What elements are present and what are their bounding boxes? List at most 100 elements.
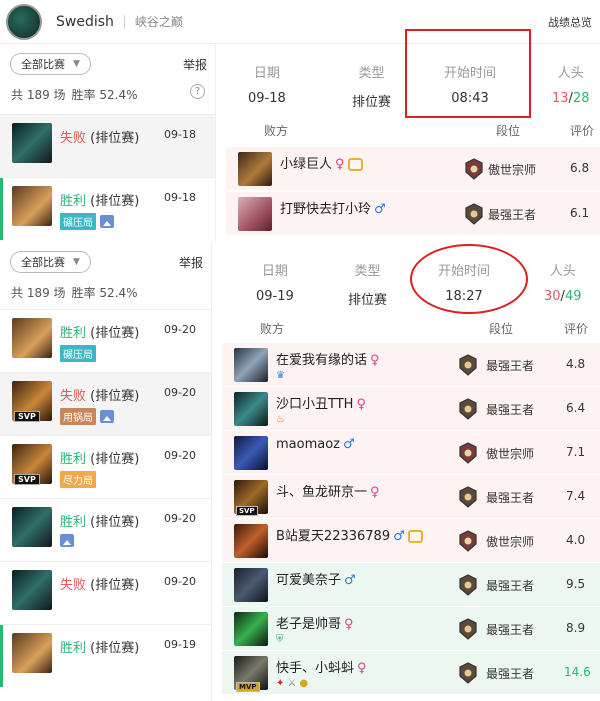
champion-icon: [12, 570, 52, 610]
match-date: 09-20: [164, 512, 196, 525]
match-item[interactable]: 失败 (排位赛) 09-20: [0, 561, 211, 624]
rank-icon: [458, 442, 478, 464]
team-label: 败方: [264, 123, 289, 138]
stats-summary: 共 189 场 胜率 52.4%: [11, 284, 137, 301]
info-value: 排位赛: [352, 95, 392, 110]
match-item[interactable]: SVP 失败 (排位赛) 09-20 用锅局: [0, 372, 211, 435]
mode-text: (排位赛): [90, 515, 140, 530]
match-tag: 碾压局: [60, 345, 96, 362]
match-item[interactable]: 胜利 (排位赛) 09-19: [0, 624, 211, 687]
svp-badge: SVP: [14, 411, 40, 422]
result-text: 失败: [60, 131, 87, 146]
match-tags: 尽力局: [60, 471, 96, 488]
result-text: 胜利: [60, 641, 87, 656]
kills-green: 28: [572, 91, 590, 106]
player-name-text: B站夏天22336789: [276, 529, 391, 544]
match-tag: 用锅局: [60, 408, 96, 425]
female-icon: ♀: [370, 485, 380, 500]
kills-green: 49: [564, 289, 582, 304]
info-label: 日期: [261, 264, 288, 279]
result-text: 胜利: [60, 326, 87, 341]
coin-icon: ●: [299, 678, 309, 689]
image-icon[interactable]: [100, 215, 114, 228]
player-score: 6.4: [566, 401, 586, 415]
avatar[interactable]: [6, 3, 42, 40]
result-text: 胜利: [60, 515, 87, 530]
match-date: 09-20: [164, 323, 196, 336]
info-value: 09-19: [256, 289, 294, 304]
player-row[interactable]: 沙口小丑TTH ♀ ♨ 最强王者 6.4: [222, 387, 600, 431]
rank-icon: [458, 530, 478, 552]
player-row[interactable]: 打野快去打小玲 ♂ 最强王者 6.1: [226, 192, 600, 236]
player-name-text: 快手、小蚪蚪: [276, 661, 355, 676]
player-row[interactable]: 老子是帅哥 ♀ ⛨ 最强王者 8.9: [222, 607, 600, 651]
report-button[interactable]: 举报: [179, 254, 203, 271]
info-value: 30/49: [544, 289, 581, 304]
player-row[interactable]: maomaoz ♂ 傲世宗师 7.1: [222, 431, 600, 475]
mode-text: (排位赛): [90, 578, 140, 593]
match-tags: [60, 534, 74, 547]
player-avatar: [234, 392, 268, 426]
female-icon: ♀: [344, 617, 354, 632]
player-score: 9.5: [566, 577, 586, 591]
match-detail: 日期 09-19 类型 排位赛 开始时间 18:27 人头 30/49 败方 段…: [212, 242, 600, 701]
info-label: 人头: [557, 66, 584, 81]
info-value: 09-18: [248, 91, 286, 106]
player-row[interactable]: 可爱美奈子 ♂ 最强王者 9.5: [222, 563, 600, 607]
match-item[interactable]: 失败 (排位赛) 09-18: [0, 114, 215, 177]
player-avatar: [238, 152, 272, 186]
shield-icon: ⛨: [276, 634, 284, 645]
rank-icon: [458, 486, 478, 508]
match-item[interactable]: 胜利 (排位赛) 09-20: [0, 498, 211, 561]
info-label: 人头: [549, 264, 576, 279]
help-icon[interactable]: ?: [190, 84, 205, 99]
player-name-text: 小绿巨人: [280, 157, 333, 172]
player-rank: 最强王者: [486, 403, 535, 417]
info-kills: 人头 30/49: [544, 260, 581, 304]
match-item[interactable]: SVP 胜利 (排位赛) 09-20 尽力局: [0, 435, 211, 498]
match-sidebar: 全部比赛 ▼ 举报 共 189 场 胜率 52.4% 胜利 (排位赛) 09-2…: [0, 242, 212, 701]
image-icon[interactable]: [60, 534, 74, 547]
match-date: 09-20: [164, 449, 196, 462]
stats-total: 共 189 场: [11, 286, 66, 300]
match-result: 失败 (排位赛): [60, 574, 139, 593]
female-icon: ♀: [357, 661, 367, 676]
player-avatar: [234, 348, 268, 382]
match-result: 胜利 (排位赛): [60, 448, 139, 467]
male-icon: ♂: [393, 529, 405, 544]
player-row[interactable]: B站夏天22336789 ♂ 傲世宗师 4.0: [222, 519, 600, 563]
player-sub-icons: ♨: [276, 414, 285, 425]
match-item[interactable]: 胜利 (排位赛) 09-18 碾压局: [0, 177, 215, 240]
player-name-text: 沙口小丑TTH: [276, 397, 354, 412]
player-name-text: maomaoz: [276, 437, 340, 452]
rank-icon: [464, 158, 484, 180]
match-date: 09-18: [164, 128, 196, 141]
player-name: maomaoz ♂: [276, 437, 355, 452]
player-score: 6.8: [570, 161, 590, 175]
player-rank: 傲世宗师: [486, 535, 535, 549]
female-icon: ♀: [370, 353, 380, 368]
match-item[interactable]: 胜利 (排位赛) 09-20 碾压局: [0, 309, 211, 372]
mvp-badge: MVP: [236, 682, 260, 692]
team-header: 败方 段位 评价: [226, 116, 600, 144]
overview-link[interactable]: 战绩总览: [548, 14, 592, 30]
player-row[interactable]: MVP 快手、小蚪蚪 ♀ ✦ ⚔ ● 最强王者 14.6: [222, 651, 600, 695]
player-row[interactable]: 在爱我有缘的话 ♀ ♛ 最强王者 4.8: [222, 343, 600, 387]
player-name-text: 打野快去打小玲: [280, 202, 372, 217]
crown-icon: ♛: [276, 370, 285, 381]
player-score: 4.0: [566, 533, 586, 547]
info-date: 日期 09-18: [248, 62, 286, 106]
report-button[interactable]: 举报: [183, 56, 207, 73]
player-score: 14.6: [564, 665, 591, 679]
info-label: 类型: [358, 66, 385, 81]
player-row[interactable]: 小绿巨人 ♀ 傲世宗师 6.8: [226, 147, 600, 191]
player-avatar: [234, 524, 268, 558]
filter-dropdown[interactable]: 全部比赛 ▼: [10, 251, 91, 273]
champion-icon: [12, 186, 52, 226]
filter-dropdown[interactable]: 全部比赛 ▼: [10, 53, 91, 75]
player-sub-icons: ✦ ⚔ ●: [276, 678, 308, 689]
image-icon[interactable]: [100, 410, 114, 423]
annotation-rectangle: [405, 29, 531, 118]
player-row[interactable]: SVP 斗、鱼龙研京一 ♀ 最强王者 7.4: [222, 475, 600, 519]
result-text: 失败: [60, 578, 87, 593]
